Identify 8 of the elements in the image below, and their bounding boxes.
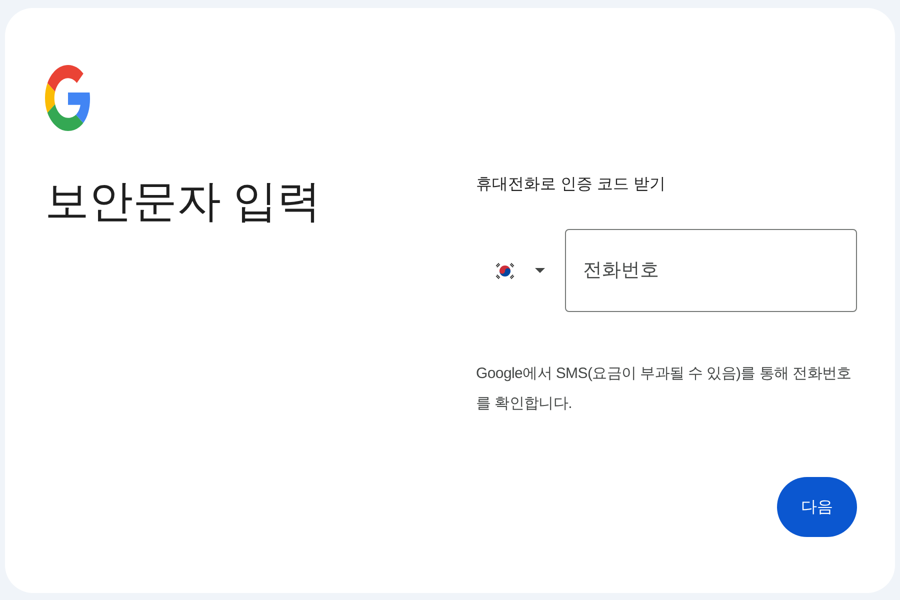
phone-number-field[interactable]: 전화번호 (565, 229, 857, 312)
caret-icon[interactable] (535, 268, 545, 273)
sms-notice: Google에서 SMS(요금이 부과될 수 있음)를 통해 전화번호를 확인합니다. (476, 364, 852, 414)
section-label: 휴대전화로 인증 코드 받기 (476, 175, 666, 195)
page-heading: 보안문자 입력 (45, 176, 322, 228)
g-logo-icon (45, 65, 91, 131)
next-button[interactable]: 다음 (777, 477, 857, 537)
flag-icon[interactable] (495, 260, 515, 280)
